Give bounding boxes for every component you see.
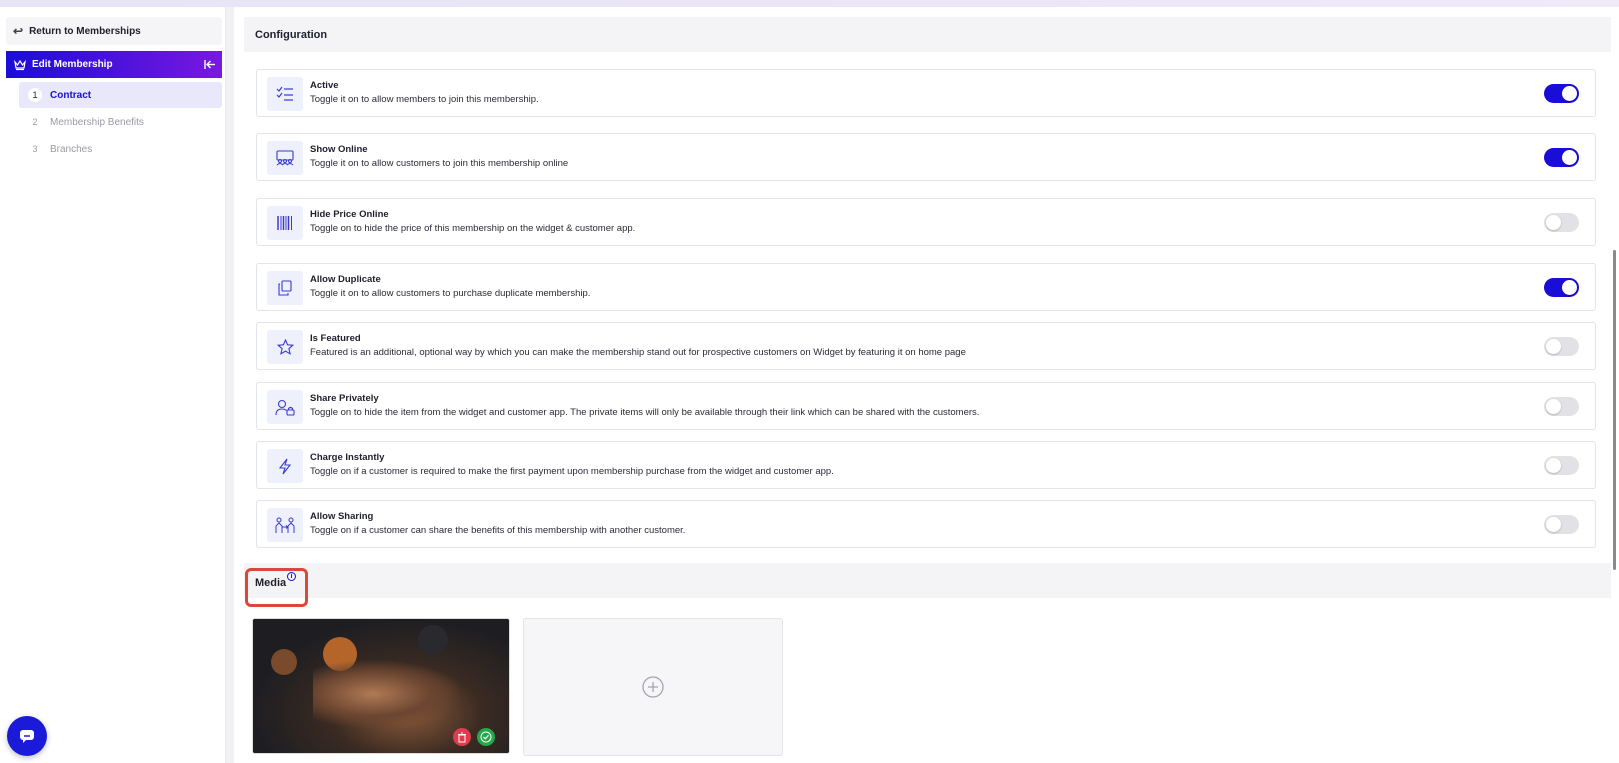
share-privately-toggle[interactable] — [1544, 397, 1579, 416]
sidebar: ↩ Return to Memberships Edit Membership … — [0, 7, 226, 763]
collapse-sidebar-icon[interactable] — [203, 58, 216, 71]
star-icon — [267, 330, 303, 364]
row-description: Toggle on if a customer is required to m… — [310, 466, 834, 477]
config-row-allow-sharing: Allow Sharing Toggle on if a customer ca… — [256, 500, 1596, 548]
allow-sharing-toggle[interactable] — [1544, 515, 1579, 534]
chat-icon — [20, 730, 34, 743]
user-lock-icon — [267, 390, 303, 424]
is-featured-toggle[interactable] — [1544, 337, 1579, 356]
row-title: Show Online — [310, 144, 368, 155]
check-circle-icon — [480, 731, 492, 743]
step-number: 3 — [32, 144, 38, 154]
row-description: Toggle on to hide the price of this memb… — [310, 223, 636, 234]
row-description: Featured is an additional, optional way … — [310, 347, 966, 358]
edit-membership-label: Edit Membership — [32, 59, 113, 70]
barcode-icon — [267, 206, 303, 240]
config-row-charge-instantly: Charge Instantly Toggle on if a customer… — [256, 441, 1596, 489]
sidebar-divider — [226, 7, 234, 763]
people-sharing-icon — [267, 508, 303, 542]
return-to-memberships-link[interactable]: ↩ Return to Memberships — [6, 17, 222, 45]
info-icon[interactable]: i — [287, 572, 296, 581]
chat-button[interactable] — [7, 716, 47, 756]
step-membership-benefits[interactable]: 2 Membership Benefits — [19, 109, 222, 135]
plus-circle-icon — [642, 676, 664, 698]
online-audience-icon — [267, 141, 303, 175]
trash-icon — [458, 732, 466, 742]
crown-icon — [14, 59, 26, 70]
row-title: Allow Duplicate — [310, 274, 381, 285]
top-bar — [0, 0, 1619, 7]
edit-membership-header: Edit Membership — [6, 51, 222, 78]
back-arrow-icon: ↩ — [13, 24, 24, 38]
config-row-show-online: Show Online Toggle it on to allow custom… — [256, 133, 1596, 181]
photo-detail — [271, 649, 297, 675]
media-header-bar — [244, 563, 1611, 598]
active-toggle[interactable] — [1544, 84, 1579, 103]
step-contract[interactable]: 1 Contract — [19, 82, 222, 108]
row-description: Toggle it on to allow customers to purch… — [310, 288, 591, 299]
return-label: Return to Memberships — [29, 25, 141, 37]
configuration-header: Configuration — [244, 17, 1611, 52]
row-title: Allow Sharing — [310, 511, 374, 522]
row-title: Is Featured — [310, 333, 361, 344]
config-row-allow-duplicate: Allow Duplicate Toggle it on to allow cu… — [256, 263, 1596, 311]
row-description: Toggle it on to allow customers to join … — [310, 158, 569, 169]
row-description: Toggle it on to allow members to join th… — [310, 94, 539, 105]
row-description: Toggle on to hide the item from the widg… — [310, 407, 980, 418]
photo-detail — [418, 625, 448, 655]
step-number: 1 — [28, 88, 42, 102]
step-label: Branches — [50, 143, 93, 155]
row-title: Share Privately — [310, 393, 379, 404]
scrollbar[interactable] — [1613, 250, 1616, 570]
media-title: Media — [255, 577, 287, 589]
photo-detail — [313, 659, 463, 729]
config-row-is-featured: Is Featured Featured is an additional, o… — [256, 322, 1596, 370]
charge-instantly-toggle[interactable] — [1544, 456, 1579, 475]
row-title: Charge Instantly — [310, 452, 385, 463]
config-row-hide-price-online: Hide Price Online Toggle on to hide the … — [256, 198, 1596, 246]
set-primary-image-button[interactable] — [477, 728, 495, 746]
step-branches[interactable]: 3 Branches — [19, 136, 222, 162]
add-media-button[interactable] — [523, 618, 783, 756]
show-online-toggle[interactable] — [1544, 148, 1579, 167]
step-label: Contract — [50, 89, 92, 101]
row-description: Toggle on if a customer can share the be… — [310, 525, 686, 536]
duplicate-icon — [267, 271, 303, 305]
row-title: Hide Price Online — [310, 209, 389, 220]
step-label: Membership Benefits — [50, 116, 144, 128]
media-image-card[interactable] — [252, 618, 510, 754]
step-number: 2 — [32, 117, 38, 127]
delete-image-button[interactable] — [453, 728, 471, 746]
allow-duplicate-toggle[interactable] — [1544, 278, 1579, 297]
config-row-active: Active Toggle it on to allow members to … — [256, 69, 1596, 117]
hide-price-online-toggle[interactable] — [1544, 213, 1579, 232]
section-title: Configuration — [255, 28, 328, 41]
checklist-icon — [267, 77, 303, 111]
row-title: Active — [310, 80, 339, 91]
lightning-icon — [267, 449, 303, 483]
config-row-share-privately: Share Privately Toggle on to hide the it… — [256, 382, 1596, 430]
